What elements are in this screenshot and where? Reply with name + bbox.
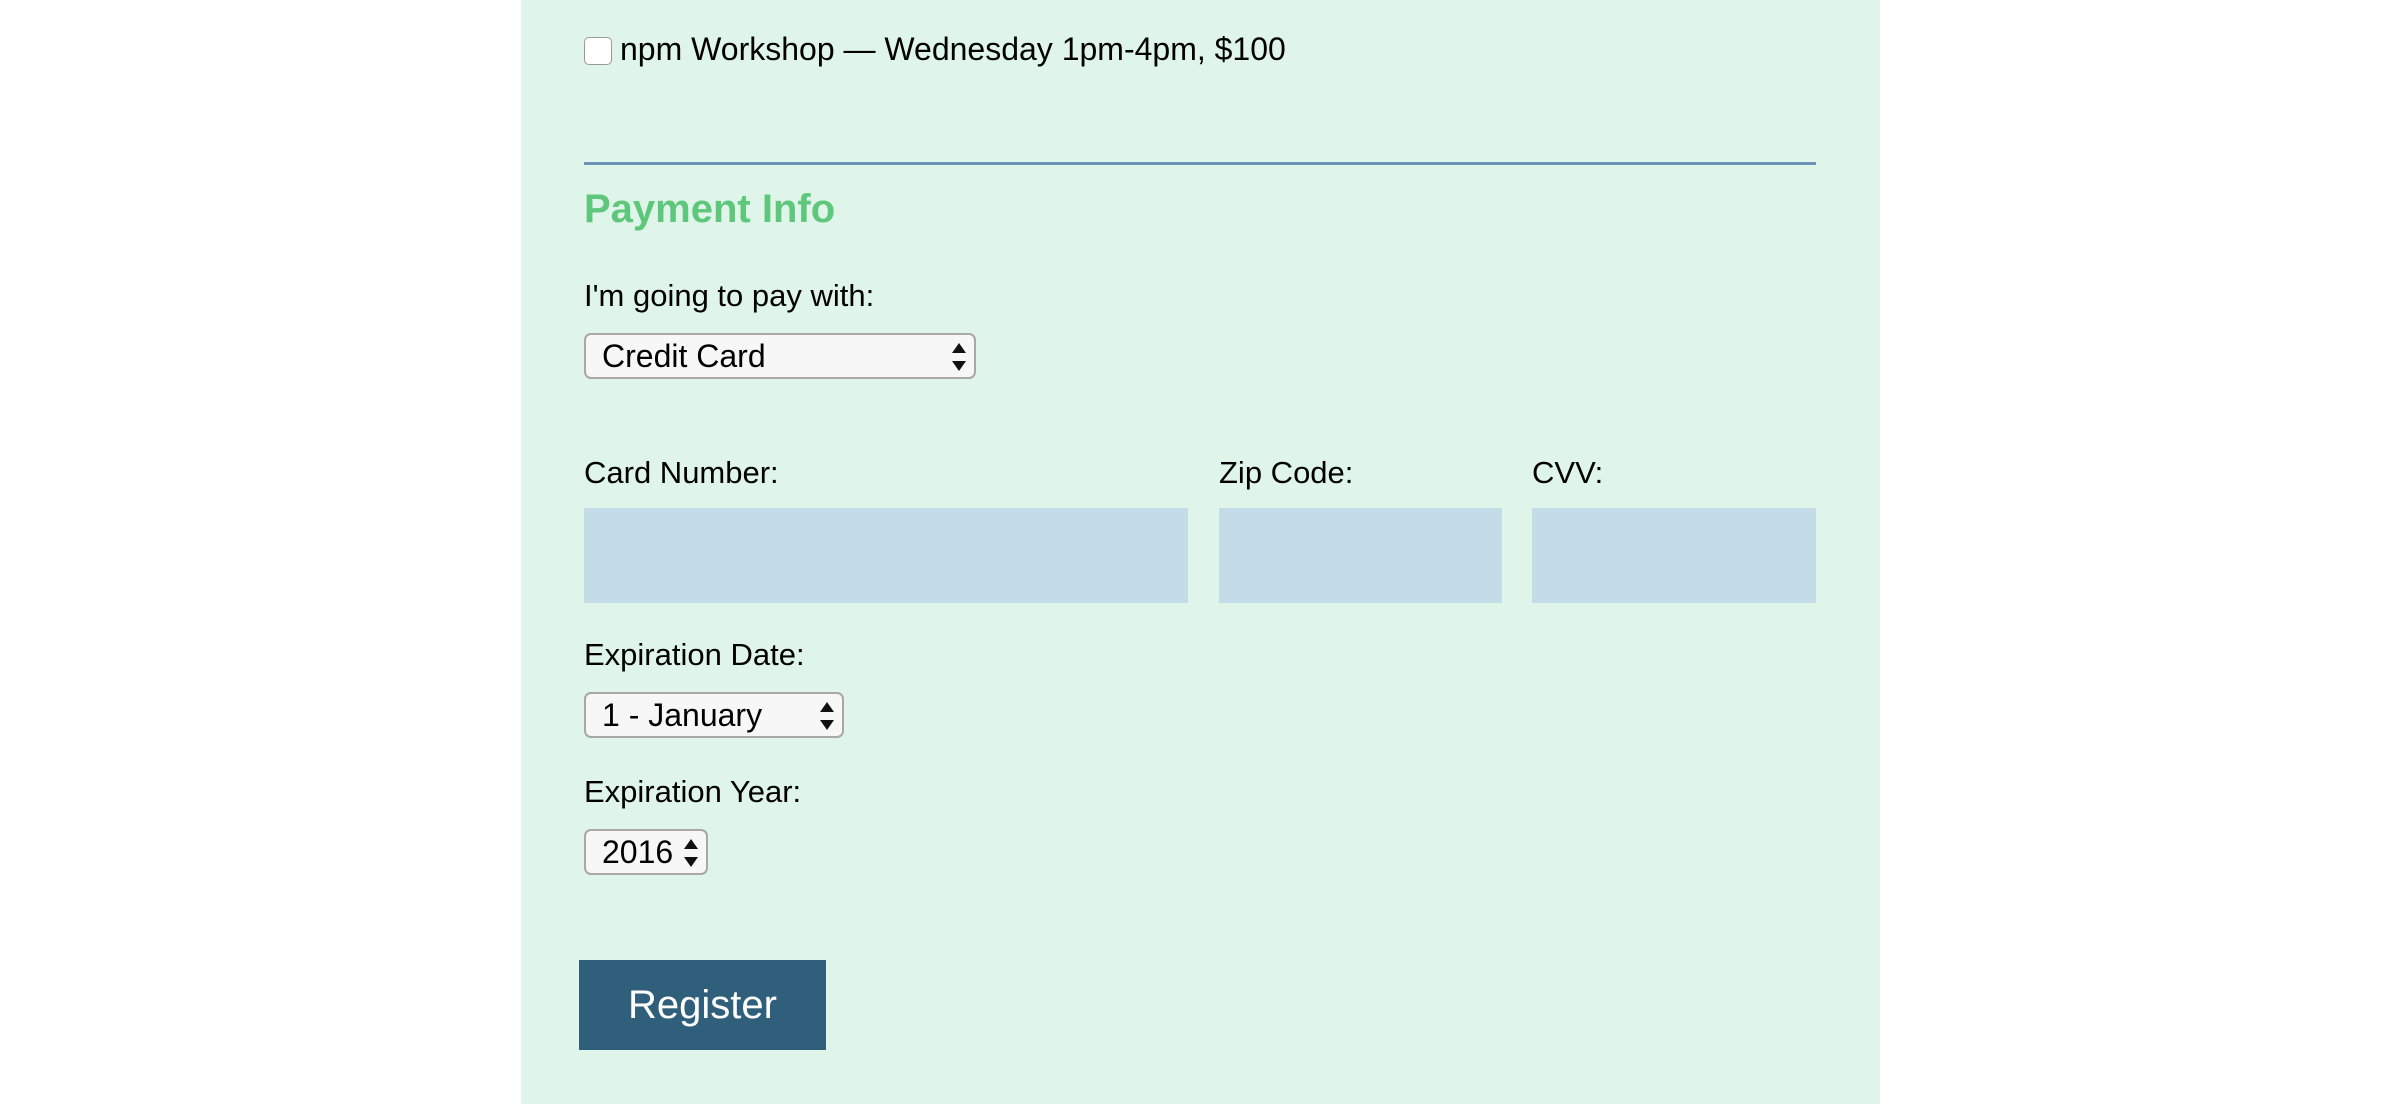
cvv-input[interactable] xyxy=(1532,508,1816,603)
npm-workshop-label[interactable]: npm Workshop — Wednesday 1pm-4pm, $100 xyxy=(620,30,1286,68)
expiration-year-label: Expiration Year: xyxy=(584,774,802,809)
npm-workshop-checkbox[interactable] xyxy=(584,37,612,65)
payment-method-selected-value: Credit Card xyxy=(602,338,766,374)
zip-code-input[interactable] xyxy=(1219,508,1502,603)
expiration-month-selected-value: 1 - January xyxy=(602,697,763,733)
page: npm Workshop — Wednesday 1pm-4pm, $100 P… xyxy=(0,0,2402,1104)
select-arrows-icon xyxy=(684,839,698,867)
expiration-year-select[interactable]: 2016 xyxy=(584,829,708,875)
select-arrows-icon xyxy=(820,702,834,730)
card-number-label: Card Number: xyxy=(584,455,779,490)
register-button[interactable]: Register xyxy=(579,960,826,1050)
expiration-month-select[interactable]: 1 - January xyxy=(584,692,844,738)
section-divider xyxy=(584,162,1816,165)
zip-code-label: Zip Code: xyxy=(1219,455,1354,490)
select-arrows-icon xyxy=(952,343,966,371)
payment-method-select[interactable]: Credit Card xyxy=(584,333,976,379)
expiration-date-label: Expiration Date: xyxy=(584,637,805,672)
card-number-input[interactable] xyxy=(584,508,1188,603)
payment-info-heading: Payment Info xyxy=(584,187,836,231)
cvv-label: CVV: xyxy=(1532,455,1604,490)
pay-with-label: I'm going to pay with: xyxy=(584,278,875,313)
expiration-year-selected-value: 2016 xyxy=(602,834,674,870)
